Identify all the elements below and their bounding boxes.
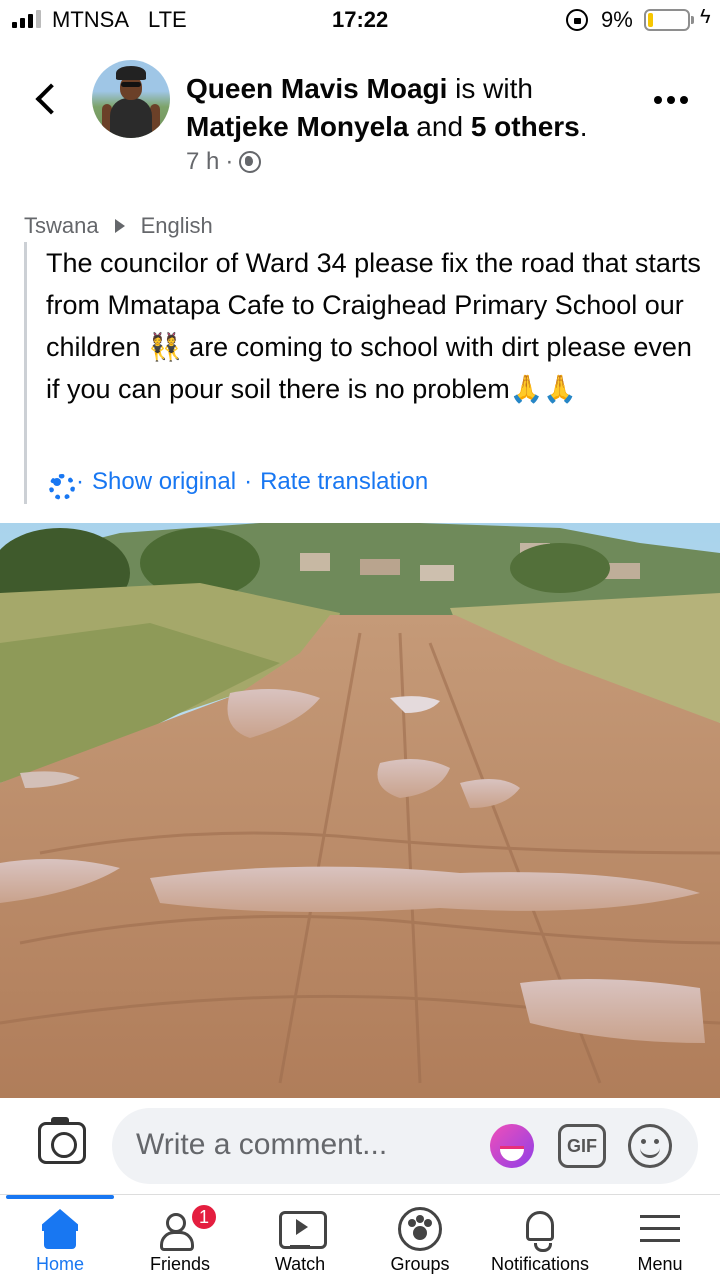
target-language: English — [140, 213, 213, 238]
groups-icon — [398, 1207, 442, 1251]
show-original-link[interactable]: Show original — [92, 468, 236, 496]
signal-strength-icon — [12, 10, 41, 28]
nav-home[interactable]: Home — [0, 1195, 120, 1280]
post-text: The councilor of Ward 34 please fix the … — [46, 248, 701, 404]
battery-percent: 9% — [601, 7, 633, 32]
back-button[interactable] — [30, 80, 64, 120]
nav-notifications[interactable]: Notifications — [480, 1195, 600, 1280]
status-bar: MTNSA LTE 17:22 9% ϟ — [0, 0, 720, 40]
comment-bar: Write a comment... GIF — [0, 1098, 720, 1194]
tagged-friend[interactable]: Matjeke Monyela — [186, 111, 409, 142]
nav-menu[interactable]: Menu — [600, 1195, 720, 1280]
home-icon — [38, 1207, 82, 1251]
bottom-navigation: Home 1 Friends Watch Groups Notification… — [0, 1194, 720, 1280]
watch-icon — [278, 1207, 327, 1251]
author-name[interactable]: Queen Mavis Moagi — [186, 73, 447, 104]
menu-icon — [638, 1207, 682, 1251]
translation-languages: Tswana English — [24, 213, 213, 239]
charging-icon: ϟ — [700, 6, 711, 28]
avatar-sticker-icon[interactable] — [490, 1124, 534, 1168]
orientation-lock-icon — [566, 9, 588, 31]
comment-placeholder: Write a comment... — [136, 1128, 388, 1161]
source-language: Tswana — [24, 213, 99, 238]
post-photo[interactable] — [0, 523, 720, 1098]
nav-friends[interactable]: 1 Friends — [120, 1195, 240, 1280]
avatar[interactable] — [92, 60, 170, 138]
gear-icon[interactable] — [46, 471, 75, 500]
bell-icon — [518, 1207, 562, 1252]
gif-icon[interactable]: GIF — [558, 1124, 606, 1168]
globe-icon — [239, 151, 262, 173]
nav-groups[interactable]: Groups — [360, 1195, 480, 1280]
carrier-name: MTNSA — [52, 7, 129, 32]
arrow-right-icon — [114, 219, 125, 233]
quote-bar — [24, 242, 27, 504]
post-meta: 7 h · — [186, 148, 262, 176]
tagged-others-link[interactable]: 5 others — [471, 111, 580, 142]
more-options-icon[interactable] — [654, 92, 694, 108]
network-type: LTE — [148, 7, 187, 32]
nav-watch[interactable]: Watch — [240, 1195, 360, 1280]
camera-icon[interactable] — [38, 1117, 86, 1164]
notification-badge: 1 — [190, 1203, 218, 1231]
comment-input[interactable]: Write a comment... GIF — [112, 1108, 698, 1184]
emoji-icon[interactable] — [628, 1124, 672, 1168]
post-timestamp[interactable]: 7 h — [186, 148, 219, 176]
battery-icon — [644, 9, 690, 31]
status-time: 17:22 — [332, 7, 389, 32]
rate-translation-link[interactable]: Rate translation — [260, 468, 428, 496]
translation-actions: · Show original · Rate translation — [46, 468, 428, 500]
post-header: Queen Mavis Moagi is with Matjeke Monyel… — [186, 73, 588, 142]
